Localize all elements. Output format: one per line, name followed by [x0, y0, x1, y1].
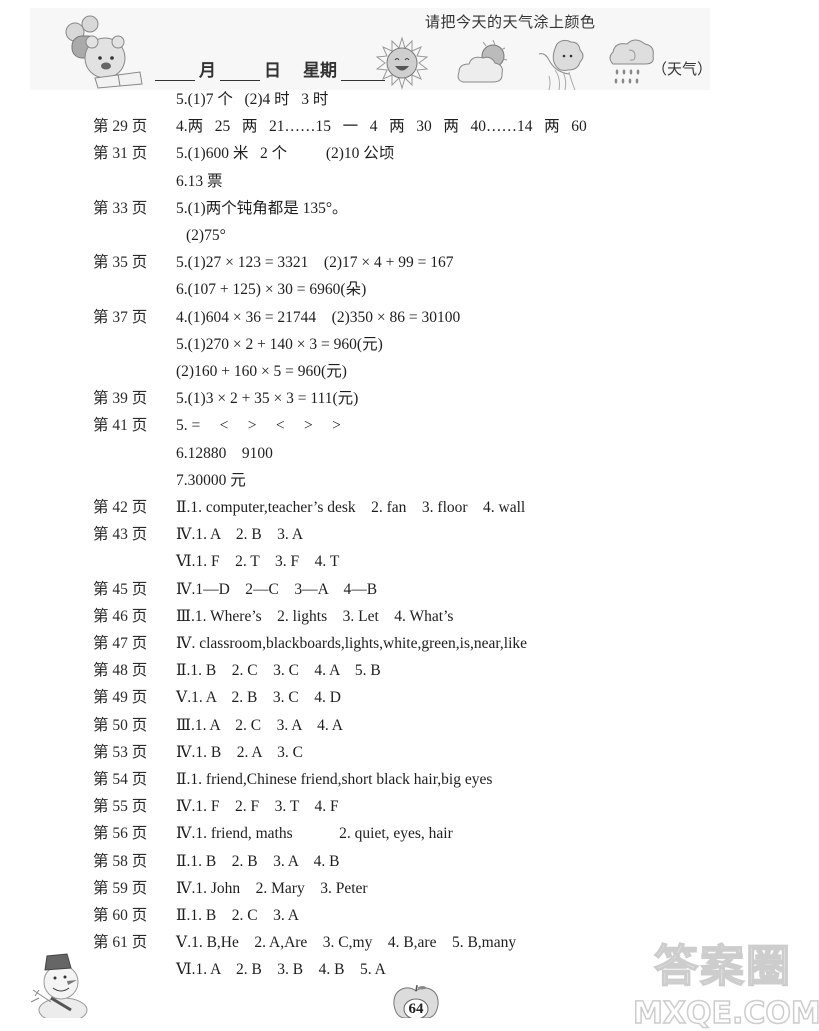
answer-text: (2)75° [186, 227, 226, 244]
answer-text: 5.(1)27 × 123 = 3321 (2)17 × 4 + 99 = 16… [176, 254, 454, 272]
answer-text: Ⅳ.1. John 2. Mary 3. Peter [176, 879, 368, 897]
sunny-icon[interactable] [375, 36, 429, 90]
page-reference: 第 41 页 [93, 417, 148, 435]
answer-text: 6.13 票 [176, 172, 223, 190]
bear-reading-icon [65, 15, 143, 89]
page-reference: 第 31 页 [93, 145, 148, 163]
page-header: 月 日 星期 请把今天的天气涂上颜色 （天气） [30, 8, 713, 90]
windy-icon[interactable] [535, 36, 589, 90]
page-reference: 第 54 页 [93, 771, 148, 788]
answer-text: 4.(1)604 × 36 = 21744 (2)350 × 86 = 3010… [176, 308, 461, 326]
answer-text: 4.两 25 两 21……15 一 4 两 30 两 40……14 两 60 [176, 118, 587, 136]
answer-text: Ⅳ.1—D 2—C 3—A 4—B [176, 580, 378, 598]
page-reference: 第 61 页 [93, 934, 148, 952]
page-reference: 第 53 页 [93, 743, 148, 761]
answer-text: 5.(1)270 × 2 + 140 × 3 = 960(元) [176, 335, 383, 353]
page-reference: 第 37 页 [93, 308, 148, 326]
page-reference: 第 29 页 [93, 118, 148, 136]
answer-text: Ⅵ.1. F 2. T 3. F 4. T [176, 553, 340, 571]
answer-text: Ⅱ.1. B 2. B 3. A 4. B [176, 852, 340, 870]
answer-text: (2)160 + 160 × 5 = 960(元) [176, 363, 347, 380]
date-line: 月 日 星期 [155, 56, 385, 81]
answer-text: Ⅵ.1. A 2. B 3. B 4. B 5. A [176, 961, 386, 979]
partly-cloudy-icon[interactable] [455, 36, 509, 90]
answer-text: 5.(1)两个钝角都是 135°。 [176, 199, 348, 217]
snowman-icon [30, 953, 88, 1018]
watermark-en: MXQE.COM [632, 995, 819, 1031]
page-reference: 第 55 页 [93, 798, 148, 816]
answer-text: Ⅳ.1. F 2. F 3. T 4. F [176, 798, 339, 816]
answer-text: Ⅳ.1. friend, maths 2. quiet, eyes, hair [176, 825, 453, 843]
page-reference: 第 60 页 [93, 907, 148, 924]
page-reference: 第 50 页 [93, 716, 148, 734]
page-reference: 第 47 页 [93, 635, 148, 652]
answer-text: 6.(107 + 125) × 30 = 6960(朵) [176, 281, 367, 299]
answer-text: Ⅱ.1. B 2. C 3. A [176, 907, 299, 924]
weekday-label: 星期 [303, 61, 337, 81]
page-reference: 第 49 页 [93, 689, 148, 707]
page-reference: 第 59 页 [93, 879, 148, 897]
rainy-icon[interactable] [605, 36, 659, 90]
page-reference: 第 45 页 [93, 580, 148, 598]
answer-text: Ⅱ.1. B 2. C 3. C 4. A 5. B [176, 662, 381, 680]
answer-text: Ⅴ.1. A 2. B 3. C 4. D [176, 689, 341, 707]
day-blank[interactable] [220, 64, 260, 81]
page-reference: 第 42 页 [93, 499, 148, 516]
answer-text: Ⅳ.1. A 2. B 3. A [176, 526, 304, 544]
page-reference: 第 58 页 [93, 852, 148, 870]
answer-text: 6.12880 9100 [176, 444, 273, 462]
watermark: 答案圈 MXQE.COM [632, 930, 819, 1031]
answer-text: Ⅳ. classroom,blackboards,lights,white,gr… [176, 635, 528, 652]
page-reference: 第 56 页 [93, 825, 148, 843]
page-reference: 第 46 页 [93, 607, 148, 625]
page-reference: 第 48 页 [93, 662, 148, 680]
answer-text: 5.(1)600 米 2 个 (2)10 公顷 [176, 145, 395, 163]
watermark-cn: 答案圈 [653, 940, 792, 993]
answer-text: Ⅱ.1. friend,Chinese friend,short black h… [176, 771, 493, 788]
month-label: 月 [199, 61, 216, 81]
page-reference: 第 35 页 [93, 254, 148, 272]
answer-text: 5.(1)7 个 (2)4 时 3 时 [176, 91, 329, 108]
answer-text: Ⅳ.1. B 2. A 3. C [176, 743, 304, 761]
answer-text: Ⅴ.1. B,He 2. A,Are 3. C,my 4. B,are 5. B… [176, 934, 517, 952]
page-reference: 第 39 页 [93, 390, 148, 408]
weather-label: （天气） [652, 60, 713, 78]
month-blank[interactable] [155, 64, 195, 81]
page-reference: 第 43 页 [93, 526, 148, 544]
answer-text: Ⅲ.1. A 2. C 3. A 4. A [176, 716, 343, 734]
answer-text: Ⅱ.1. computer,teacher’s desk 2. fan 3. f… [176, 499, 526, 516]
answer-text: 5. = < > < > > [176, 417, 341, 435]
page-number: 64 [408, 1001, 424, 1017]
weather-prompt: 请把今天的天气涂上颜色 [425, 15, 596, 31]
answer-text: 5.(1)3 × 2 + 35 × 3 = 111(元) [176, 390, 359, 408]
day-label: 日 [264, 61, 281, 81]
answer-text: Ⅲ.1. Where’s 2. lights 3. Let 4. What’s [176, 607, 454, 625]
answer-text: 7.30000 元 [176, 471, 246, 489]
page-reference: 第 33 页 [93, 199, 148, 217]
